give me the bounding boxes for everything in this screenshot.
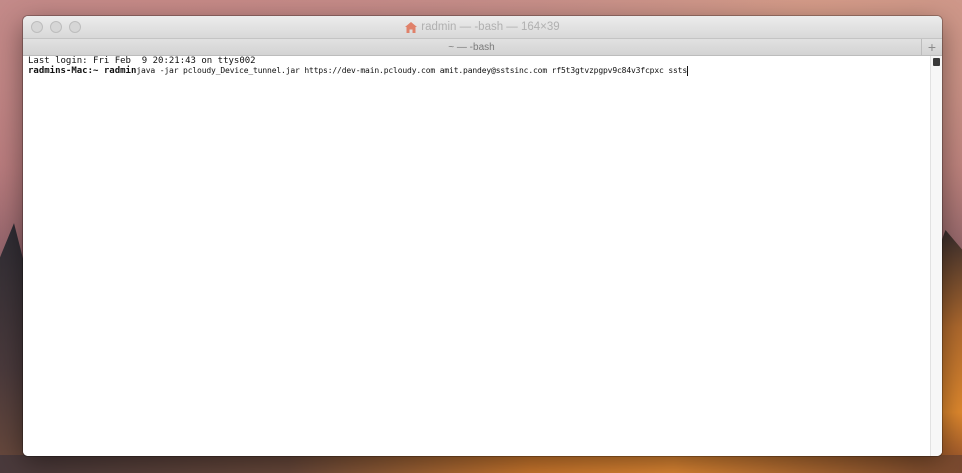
text-cursor <box>687 66 689 76</box>
tab-bash[interactable]: ~ — -bash <box>23 39 920 55</box>
home-icon <box>405 21 418 33</box>
new-tab-button[interactable]: + <box>921 39 942 55</box>
tab-label: ~ — -bash <box>448 41 495 53</box>
window-title: radmin — -bash — 164×39 <box>23 16 942 38</box>
plus-icon: + <box>927 39 937 55</box>
scrollbar-thumb[interactable] <box>933 58 940 66</box>
typed-command: java -jar pcloudy_Device_tunnel.jar http… <box>136 66 688 75</box>
window-title-text: radmin — -bash — 164×39 <box>421 21 560 33</box>
terminal-output[interactable]: Last login: Fri Feb 9 20:21:43 on ttys00… <box>23 56 942 456</box>
last-login-line: Last login: Fri Feb 9 20:21:43 on ttys00… <box>28 56 256 66</box>
tab-bar: ~ — -bash + <box>23 39 942 56</box>
title-bar[interactable]: radmin — -bash — 164×39 <box>23 16 942 39</box>
command-line[interactable]: radmins-Mac:~ radminjava -jar pcloudy_De… <box>28 66 689 76</box>
terminal-window: radmin — -bash — 164×39 ~ — -bash + Last… <box>23 16 942 456</box>
desktop-mountain-bottom <box>0 455 962 473</box>
shell-prompt: radmins-Mac:~ radmin <box>28 66 137 76</box>
vertical-scrollbar[interactable] <box>930 56 942 456</box>
